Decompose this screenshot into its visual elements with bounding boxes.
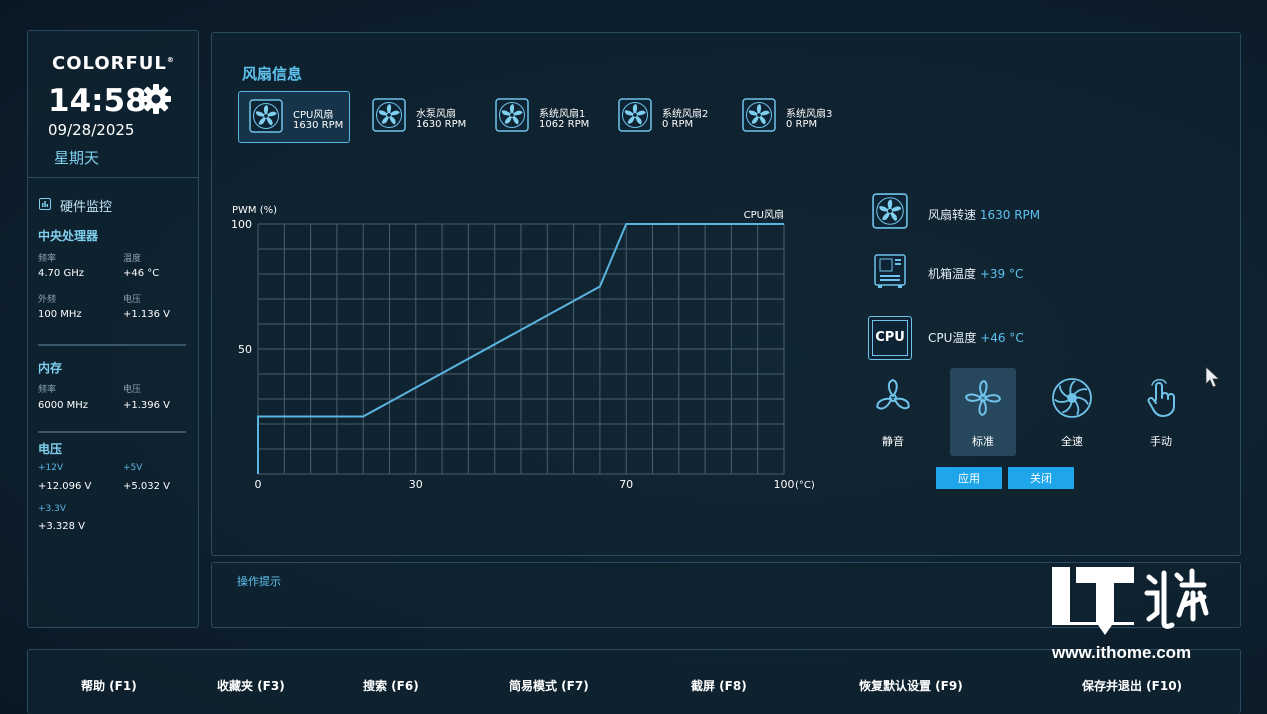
favorites-key[interactable]: 收藏夹 (F3) bbox=[217, 677, 285, 694]
mode-silent[interactable]: 静音 bbox=[860, 368, 926, 456]
v12-label: +12V bbox=[38, 463, 64, 473]
y-tick-label: 50 bbox=[238, 343, 252, 356]
mode-label: 手动 bbox=[1150, 435, 1172, 448]
ithome-logo bbox=[1052, 567, 1209, 635]
mode-label: 全速 bbox=[1061, 435, 1083, 448]
gear-icon[interactable] bbox=[138, 81, 174, 117]
divider bbox=[38, 344, 186, 346]
cpu-temp-label: 温度 bbox=[123, 254, 142, 264]
clock-weekday: 星期天 bbox=[54, 149, 100, 167]
x-tick-label: 70 bbox=[619, 478, 633, 491]
search-key[interactable]: 搜索 (F6) bbox=[363, 677, 419, 694]
v12-value: +12.096 V bbox=[38, 481, 92, 492]
mode-manual[interactable]: 手动 bbox=[1128, 368, 1194, 456]
mem-volt-value: +1.396 V bbox=[123, 400, 171, 411]
hand-pointer-icon bbox=[1147, 379, 1175, 417]
mouse-cursor-icon bbox=[1205, 366, 1221, 388]
easy-mode-key[interactable]: 简易模式 (F7) bbox=[509, 677, 589, 694]
cpu-volt-value: +1.136 V bbox=[123, 309, 171, 320]
cpu-freq-label: 频率 bbox=[38, 254, 57, 264]
v5-value: +5.032 V bbox=[123, 481, 171, 492]
watermark-url: www.ithome.com bbox=[1052, 643, 1192, 662]
x-tick-label: 30 bbox=[409, 478, 423, 491]
cpu-bclk-value: 100 MHz bbox=[38, 309, 82, 320]
save-exit-key[interactable]: 保存并退出 (F10) bbox=[1082, 677, 1182, 694]
fan-three-blade-icon bbox=[876, 378, 910, 410]
case-temp-stat: 机箱温度 +39 °C bbox=[928, 267, 1024, 281]
clock-time: 14:58 bbox=[48, 83, 147, 119]
x-tick-label: 100 bbox=[774, 478, 795, 491]
cpu-temp-value: +46 °C bbox=[123, 268, 160, 279]
series-label: CPU风扇 bbox=[744, 208, 784, 221]
x-tick-label: 0 bbox=[255, 478, 262, 491]
fan-curve-chart[interactable]: PWM (%) CPU风扇 50 100 0 30 70 100 (°C) bbox=[212, 33, 832, 503]
monitor-icon bbox=[39, 198, 51, 210]
fan-control-panel: 风扇信息 CPU风扇 1630 RPM 水泵风扇 1630 RPM 系统风扇1 … bbox=[211, 32, 1241, 556]
cpu-chip-icon: CPU bbox=[868, 316, 912, 360]
memory-section-title: 内存 bbox=[38, 361, 63, 375]
cpu-temp-stat: CPU温度 +46 °C bbox=[928, 331, 1024, 345]
clock-date: 09/28/2025 bbox=[48, 121, 135, 139]
left-info-panel: COLORFUL® 14:58 09/28/2025 星期天 硬件监控 中央处理… bbox=[27, 30, 199, 628]
mode-standard[interactable]: 标准 bbox=[950, 368, 1016, 456]
v33-label: +3.3V bbox=[38, 504, 67, 514]
v5-label: +5V bbox=[123, 463, 143, 473]
mem-volt-label: 电压 bbox=[123, 385, 142, 395]
mode-label: 标准 bbox=[972, 435, 994, 448]
fan-many-blade-icon bbox=[1052, 378, 1092, 418]
close-button[interactable]: 关闭 bbox=[1008, 467, 1074, 489]
fan-speed-stat: 风扇转速 1630 RPM bbox=[928, 208, 1041, 222]
brand-logo: COLORFUL® bbox=[52, 53, 175, 74]
v33-value: +3.328 V bbox=[38, 521, 86, 532]
y-tick-label: 100 bbox=[231, 218, 252, 231]
case-icon bbox=[874, 254, 906, 288]
x-axis-label: (°C) bbox=[795, 480, 815, 491]
ithome-watermark: www.ithome.com bbox=[1052, 565, 1222, 665]
cpu-section-title: 中央处理器 bbox=[38, 229, 99, 243]
restore-defaults-key[interactable]: 恢复默认设置 (F9) bbox=[859, 677, 963, 694]
cpu-freq-value: 4.70 GHz bbox=[38, 268, 84, 279]
hint-title: 操作提示 bbox=[237, 575, 281, 588]
hardware-monitor-title: 硬件监控 bbox=[60, 200, 113, 215]
divider bbox=[38, 431, 186, 433]
y-axis-label: PWM (%) bbox=[232, 205, 277, 216]
cpu-bclk-label: 外频 bbox=[38, 295, 57, 305]
divider bbox=[28, 177, 198, 178]
mem-freq-value: 6000 MHz bbox=[38, 400, 89, 411]
screenshot-key[interactable]: 截屏 (F8) bbox=[691, 677, 747, 694]
fan-icon bbox=[872, 193, 908, 229]
mode-label: 静音 bbox=[882, 435, 904, 448]
cpu-volt-label: 电压 bbox=[123, 295, 142, 305]
voltage-section-title: 电压 bbox=[38, 442, 63, 456]
chart-grid bbox=[257, 223, 785, 475]
mode-full-speed[interactable]: 全速 bbox=[1039, 368, 1105, 456]
help-key[interactable]: 帮助 (F1) bbox=[81, 677, 137, 694]
fan-four-blade-icon bbox=[964, 379, 1002, 417]
mem-freq-label: 频率 bbox=[38, 385, 57, 395]
apply-button[interactable]: 应用 bbox=[936, 467, 1002, 489]
